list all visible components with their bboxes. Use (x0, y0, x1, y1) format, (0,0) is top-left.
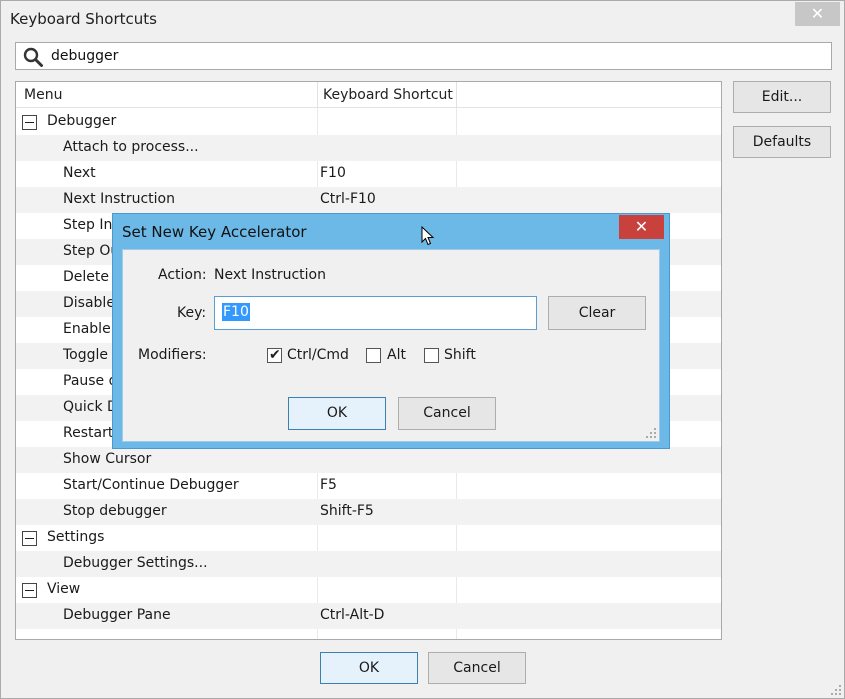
tree-group-row[interactable]: Settings (16, 525, 721, 551)
cancel-button[interactable]: Cancel (428, 652, 526, 684)
menu-cell: Debugger Settings... (63, 555, 208, 571)
tree-row[interactable]: Stop debugger Shift-F5 (16, 499, 721, 525)
action-value: Next Instruction (214, 267, 326, 283)
menu-cell: Debugger Pane (63, 607, 171, 623)
search-icon (23, 47, 43, 67)
menu-cell: Attach to process... (63, 139, 199, 155)
shortcut-cell: F10 (320, 165, 346, 181)
menu-cell: Next (63, 165, 96, 181)
shortcut-cell: Shift-F5 (320, 503, 374, 519)
shift-checkbox[interactable] (424, 348, 439, 363)
modifiers-label: Modifiers: (138, 347, 207, 363)
shortcut-cell: F5 (320, 477, 337, 493)
tree-row[interactable]: Debugger Pane Ctrl-Alt-D (16, 603, 721, 629)
dialog-body: Action: Next Instruction Key: F10 Clear … (122, 249, 660, 442)
ctrl-cmd-checkbox[interactable]: ✔ (267, 347, 282, 363)
window-title: Keyboard Shortcuts (10, 10, 157, 28)
checkmark-icon: ✔ (269, 347, 281, 363)
shortcut-cell: Ctrl-Alt-D (320, 607, 385, 623)
action-label: Action: (158, 267, 207, 283)
tree-row[interactable]: Start/Continue Debugger F5 (16, 473, 721, 499)
menu-cell: Restart (63, 425, 114, 441)
defaults-button[interactable]: Defaults (733, 126, 831, 158)
tree-row[interactable]: Debugger Settings... (16, 551, 721, 577)
menu-cell: Step Int (63, 217, 118, 233)
shortcut-cell: Ctrl-F10 (320, 191, 376, 207)
tree-row[interactable]: Show Cursor (16, 447, 721, 473)
shift-label[interactable]: Shift (444, 347, 476, 363)
menu-cell: Next Instruction (63, 191, 175, 207)
resize-grip-icon[interactable] (831, 685, 841, 695)
dialog-title: Set New Key Accelerator (122, 223, 307, 241)
tree-group-row[interactable]: Debugger (16, 109, 721, 135)
clear-button[interactable]: Clear (548, 296, 646, 330)
key-input[interactable]: F10 (214, 296, 537, 330)
column-header-menu[interactable]: Menu (24, 87, 62, 103)
menu-cell: View (47, 581, 81, 597)
menu-cell: Start/Continue Debugger (63, 477, 239, 493)
menu-cell: Debugger (47, 113, 117, 129)
dialog-resize-grip-icon[interactable] (646, 428, 656, 438)
menu-cell: Settings (47, 529, 105, 545)
dialog-close-button[interactable]: ✕ (619, 215, 664, 239)
dialog-cancel-button[interactable]: Cancel (398, 397, 496, 430)
key-input-selected-text: F10 (222, 303, 250, 321)
menu-cell: Toggle (63, 347, 109, 363)
search-input[interactable] (51, 44, 821, 68)
set-key-accelerator-dialog: Set New Key Accelerator ✕ Action: Next I… (112, 213, 670, 449)
alt-checkbox[interactable] (366, 348, 381, 363)
tree-row[interactable]: Attach to process... (16, 135, 721, 161)
key-label: Key: (177, 305, 207, 321)
menu-cell: Show Cursor (63, 451, 152, 467)
collapse-icon[interactable] (22, 583, 37, 598)
menu-cell: Step Ou (63, 243, 120, 259)
column-divider[interactable] (456, 82, 457, 108)
tree-row[interactable]: Next Instruction Ctrl-F10 (16, 187, 721, 213)
mouse-pointer-icon (421, 226, 435, 246)
menu-cell: Pause d (63, 373, 118, 389)
menu-cell: Quick D (63, 399, 118, 415)
column-divider[interactable] (317, 82, 318, 108)
tree-row[interactable]: Next F10 (16, 161, 721, 187)
ok-button[interactable]: OK (320, 652, 418, 684)
collapse-icon[interactable] (22, 115, 37, 130)
menu-cell: Stop debugger (63, 503, 167, 519)
dialog-ok-button[interactable]: OK (288, 397, 386, 430)
ctrl-cmd-label[interactable]: Ctrl/Cmd (287, 347, 349, 363)
search-box[interactable] (15, 42, 832, 70)
window-close-button[interactable]: ✕ (795, 2, 840, 26)
collapse-icon[interactable] (22, 531, 37, 546)
window-titlebar: Keyboard Shortcuts ✕ (1, 1, 844, 35)
column-header-keyboard-shortcut[interactable]: Keyboard Shortcut (323, 87, 453, 103)
menu-cell: Disable (63, 295, 115, 311)
edit-button[interactable]: Edit... (733, 81, 831, 113)
tree-header: Menu Keyboard Shortcut (16, 82, 721, 108)
alt-label[interactable]: Alt (387, 347, 406, 363)
tree-group-row[interactable]: View (16, 577, 721, 603)
